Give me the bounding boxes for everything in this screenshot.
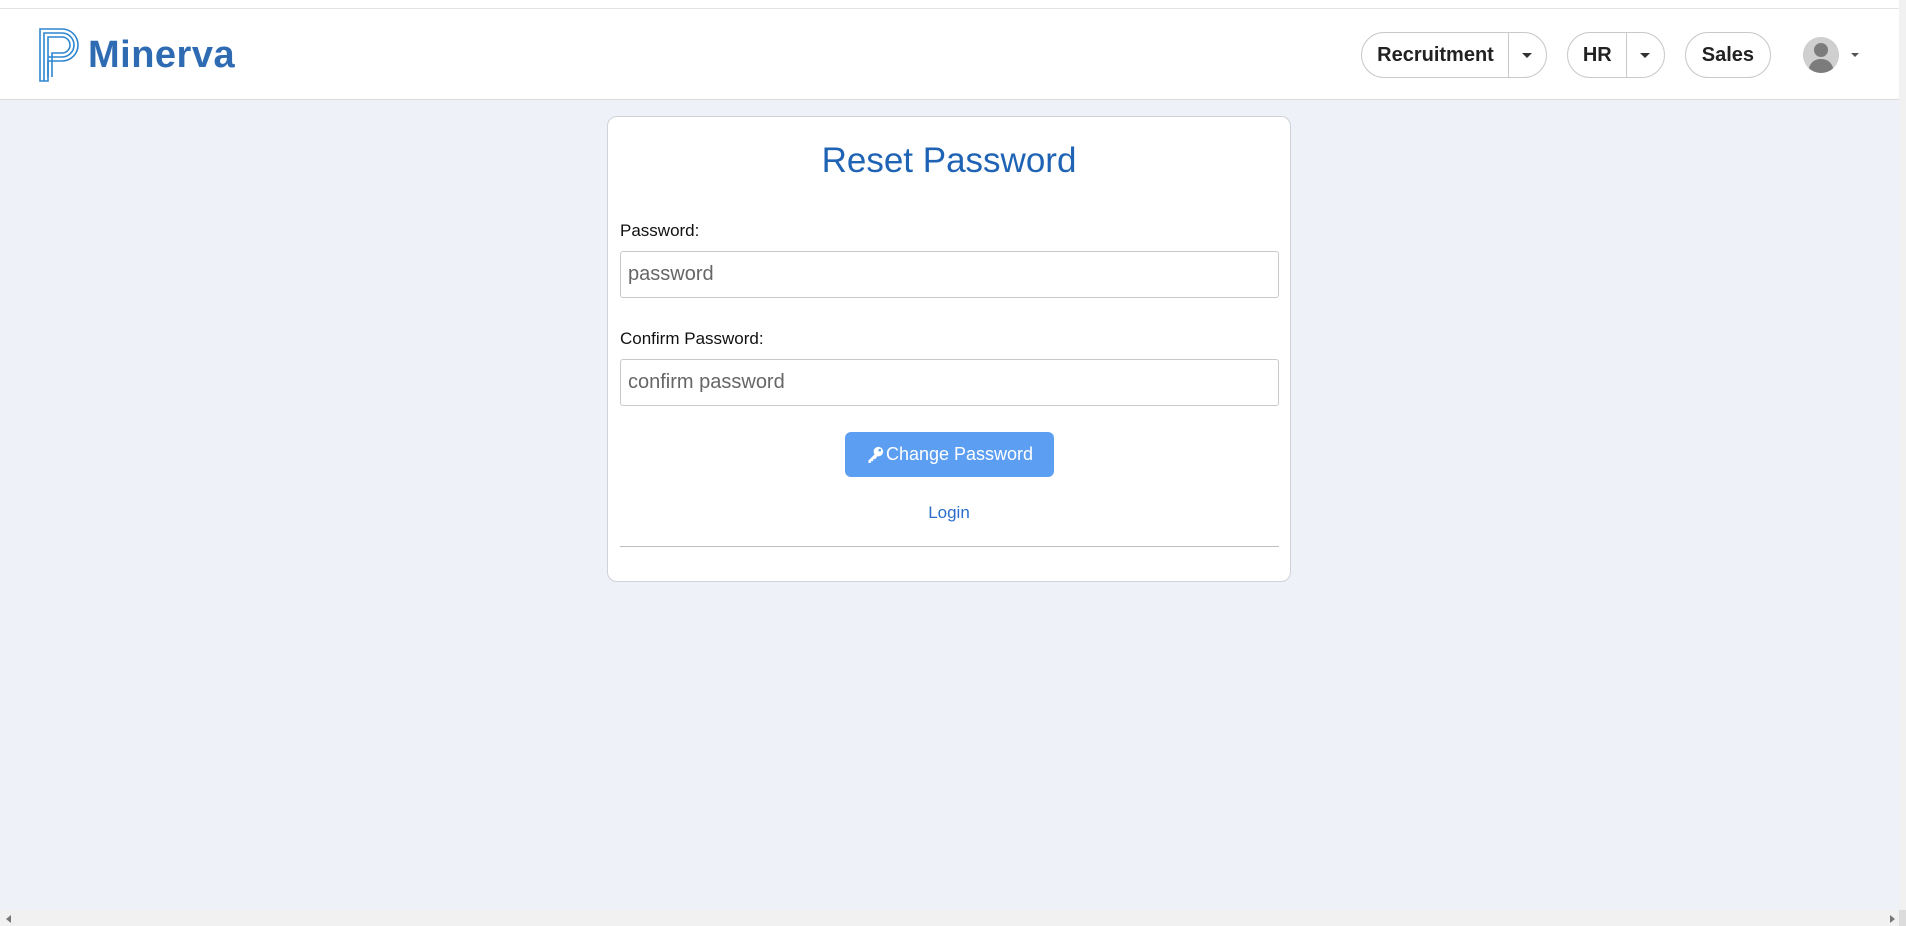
user-silhouette-icon bbox=[1803, 37, 1839, 73]
scroll-left-icon[interactable] bbox=[6, 915, 11, 923]
scroll-right-icon[interactable] bbox=[1890, 915, 1895, 923]
confirm-password-label: Confirm Password: bbox=[620, 329, 764, 348]
password-label: Password: bbox=[620, 221, 700, 240]
nav-menu: Recruitment HR Sales bbox=[1361, 32, 1859, 78]
change-password-label: Change Password bbox=[885, 444, 1034, 464]
page-title: Reset Password bbox=[821, 141, 1077, 180]
recruitment-button[interactable]: Recruitment bbox=[1362, 33, 1508, 77]
hr-button[interactable]: HR bbox=[1568, 33, 1626, 77]
brand[interactable]: Minerva bbox=[38, 27, 235, 83]
vertical-scrollbar[interactable] bbox=[1899, 0, 1906, 926]
brand-name: Minerva bbox=[88, 33, 236, 76]
login-link[interactable]: Login bbox=[608, 503, 1290, 523]
horizontal-scrollbar[interactable] bbox=[0, 910, 1899, 926]
recruitment-dropdown-toggle[interactable] bbox=[1507, 33, 1546, 77]
caret-down-icon bbox=[1522, 52, 1533, 58]
sales-button[interactable]: Sales bbox=[1684, 32, 1771, 78]
confirm-password-input[interactable] bbox=[620, 359, 1279, 406]
browser-top-strip bbox=[0, 0, 1899, 9]
divider bbox=[620, 546, 1279, 547]
navbar: Minerva Recruitment HR Sales bbox=[0, 9, 1899, 100]
reset-password-card: Reset Password Password: Confirm Passwor… bbox=[607, 116, 1291, 582]
key-icon bbox=[868, 446, 884, 464]
user-menu-toggle[interactable] bbox=[1803, 37, 1859, 73]
caret-down-icon bbox=[1640, 52, 1651, 58]
caret-down-icon bbox=[1851, 53, 1859, 57]
password-input[interactable] bbox=[620, 251, 1279, 298]
scrollbar-corner bbox=[1899, 910, 1906, 926]
user-avatar-icon bbox=[1803, 37, 1839, 73]
recruitment-split-button: Recruitment bbox=[1361, 32, 1547, 78]
hr-split-button: HR bbox=[1566, 32, 1665, 78]
minerva-logo-icon bbox=[39, 28, 79, 82]
change-password-button[interactable]: Change Password bbox=[845, 432, 1054, 477]
hr-dropdown-toggle[interactable] bbox=[1625, 33, 1664, 77]
